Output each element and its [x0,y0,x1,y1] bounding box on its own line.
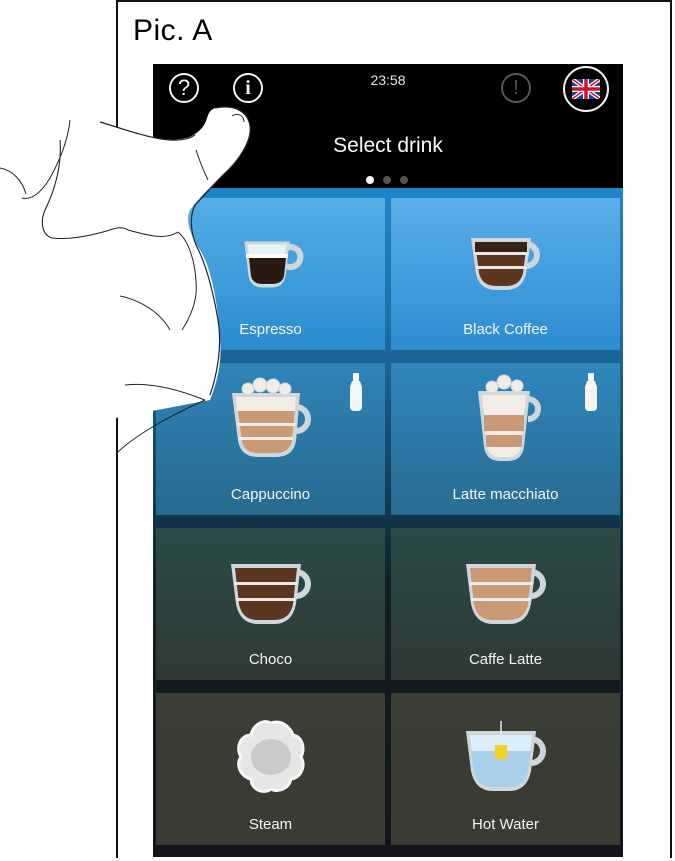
milk-bottle-icon [585,373,597,411]
black-coffee-cup-icon [470,238,540,290]
page-indicator [366,176,408,184]
choco-cup-icon [230,564,311,624]
cappuccino-glass-icon [231,377,311,457]
drink-tile-cappuccino[interactable]: Cappuccino [156,363,385,515]
drink-label: Espresso [239,321,302,338]
drink-label: Cappuccino [230,486,311,503]
page-dot-2[interactable] [383,176,391,184]
drink-label: Choco [248,651,293,668]
espresso-cup-icon [243,241,303,288]
drink-tile-black-coffee[interactable]: Black Coffee [391,198,620,350]
drink-tile-espresso[interactable]: Espresso [156,198,385,350]
machine-display: ? i 23:58 ! Select drink Espresso Black … [153,64,623,857]
page-title: Select drink [333,134,443,157]
drink-label: Latte macchiato [452,486,559,503]
drink-label: Hot Water [472,816,539,833]
drink-tile-latte-macchiato[interactable]: Latte macchiato [391,363,620,515]
steam-cloud-icon [236,720,305,793]
figure-label: Pic. A [133,14,213,47]
top-bar: ? i 23:58 ! Select drink [153,64,623,188]
drink-tile-choco[interactable]: Choco [156,528,385,680]
drink-label: Black Coffee [463,321,548,338]
latte-macchiato-glass-icon [477,374,541,461]
page-dot-1[interactable] [366,176,374,184]
milk-bottle-icon [350,373,362,411]
drink-label: Caffe Latte [468,651,543,668]
uk-flag-icon[interactable] [563,66,609,112]
clock: 23:58 [370,72,406,88]
drink-tile-steam[interactable]: Steam [156,693,385,845]
drink-tile-hot-water[interactable]: Hot Water [391,693,620,845]
page-dot-3[interactable] [400,176,408,184]
exclamation-icon[interactable]: ! [501,73,531,103]
hot-water-tea-cup-icon [465,721,546,791]
caffe-latte-cup-icon [465,564,546,624]
drink-tile-caffe-latte[interactable]: Caffe Latte [391,528,620,680]
drink-label: Steam [248,816,293,833]
drink-grid: Espresso Black Coffee Cappuccino Latte m… [153,188,623,857]
